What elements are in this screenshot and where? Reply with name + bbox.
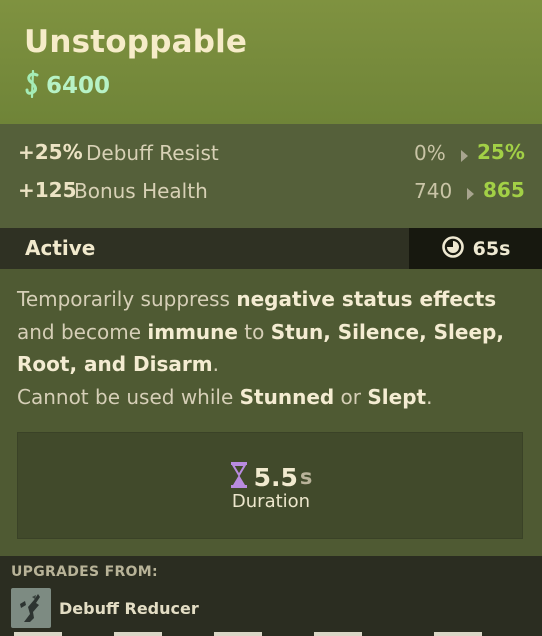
stat-new-value: 25%	[477, 140, 525, 164]
item-header: Unstoppable 6400	[0, 0, 542, 124]
ability-body: Temporarily suppress negative status eff…	[0, 269, 542, 556]
footer-divider	[0, 632, 542, 636]
desc-keyword: Stun, Silence, Sleep,	[270, 319, 504, 344]
duration-panel: 5.5 s Duration	[17, 432, 523, 539]
divider-segment	[314, 632, 362, 636]
desc-text: Temporarily suppress	[17, 287, 237, 311]
desc-keyword: Slept	[367, 384, 427, 409]
stat-row-debuff-resist: +25% Debuff Resist 0% 25%	[0, 136, 542, 172]
desc-text: to	[237, 319, 271, 344]
stat-row-bonus-health: +125 Bonus Health 740 865	[0, 174, 542, 210]
stat-new-value: 865	[483, 178, 525, 202]
duration-value-row: 5.5 s	[18, 461, 524, 493]
description-line: Root, and Disarm.	[17, 348, 527, 381]
desc-text: .	[426, 384, 433, 409]
cooldown-value: 65s	[472, 237, 511, 260]
souls-icon	[24, 69, 42, 102]
desc-keyword: Stunned	[239, 384, 335, 409]
divider-segment	[114, 632, 162, 636]
hourglass-icon	[230, 461, 254, 493]
duration-unit: s	[299, 465, 313, 489]
stat-current-value: 0%	[414, 141, 446, 165]
stat-bonuses: +25% Debuff Resist 0% 25% +125 Bonus Hea…	[0, 124, 542, 228]
item-cost: 6400	[24, 69, 111, 102]
description-line: and become immune to Stun, Silence, Slee…	[17, 316, 527, 349]
desc-text: or	[334, 384, 368, 409]
stat-label: Bonus Health	[74, 179, 208, 203]
description-line: Temporarily suppress negative status eff…	[17, 283, 527, 316]
arrow-right-icon	[467, 188, 474, 200]
stat-label: Debuff Resist	[86, 141, 219, 165]
item-cost-value: 6400	[46, 73, 111, 99]
desc-text: and become	[17, 319, 148, 344]
upgrades-section: UPGRADES FROM: Debuff Reducer	[0, 556, 542, 636]
active-label: Active	[25, 236, 96, 260]
desc-keyword: negative status effects	[236, 287, 497, 311]
debuff-reducer-icon	[11, 588, 51, 628]
desc-keyword: immune	[147, 319, 238, 344]
cooldown-clock-icon	[441, 235, 473, 263]
upgrades-title: UPGRADES FROM:	[11, 564, 158, 580]
stat-current-value: 740	[414, 179, 453, 203]
upgrade-item-debuff-reducer[interactable]: Debuff Reducer	[11, 588, 199, 628]
active-ability-bar: Active 65s	[0, 228, 542, 269]
stat-bonus: +125	[18, 178, 77, 202]
description-line: Cannot be used while Stunned or Slept.	[17, 381, 527, 414]
divider-segment	[434, 632, 482, 636]
divider-segment	[14, 632, 62, 636]
desc-text: Cannot be used while	[17, 384, 240, 409]
ability-description: Temporarily suppress negative status eff…	[17, 283, 527, 413]
divider-segment	[214, 632, 262, 636]
item-tooltip: Unstoppable 6400 +25% Debuff Resist 0% 2…	[0, 0, 542, 636]
upgrade-item-name: Debuff Reducer	[59, 598, 199, 618]
stat-bonus: +25%	[18, 140, 83, 164]
desc-text: .	[212, 352, 219, 376]
desc-keyword: Root, and Disarm	[17, 352, 213, 376]
item-name: Unstoppable	[24, 24, 248, 60]
duration-value: 5.5	[253, 462, 298, 492]
arrow-right-icon	[461, 150, 468, 162]
cooldown-indicator: 65s	[409, 228, 542, 269]
duration-label: Duration	[231, 491, 311, 512]
